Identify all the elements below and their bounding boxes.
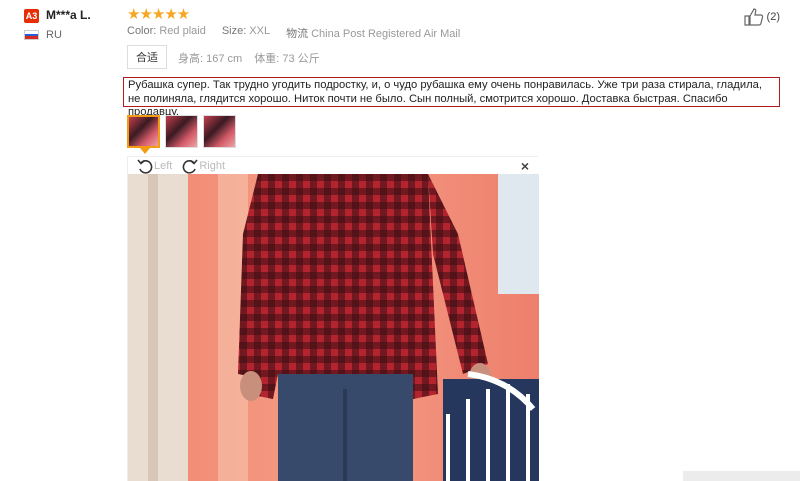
close-viewer-button[interactable]: × (521, 158, 529, 174)
rating-stars: ★★★★★ (127, 6, 190, 23)
attr-size: Size: XXL (221, 25, 271, 37)
rotate-left-icon (137, 158, 153, 174)
body-height: 身高: 167 cm (178, 53, 243, 65)
photo-thumbnail[interactable] (165, 115, 198, 148)
fit-tag: 合适 (127, 45, 167, 69)
buyer-level-badge: A3 (24, 9, 39, 23)
rotate-left-button[interactable]: Left (137, 158, 172, 174)
active-thumbnail-caret (140, 148, 150, 154)
order-attributes: Color: Red plaid Size: XXL 物流 China Post Re… (127, 25, 460, 41)
body-weight: 体重: 73 公斤 (254, 53, 320, 65)
viewer-toolbar: Left Right × (128, 157, 539, 174)
photo-thumbnail[interactable] (127, 115, 160, 148)
rotate-right-button[interactable]: Right (182, 158, 225, 174)
reviewer-country: RU (46, 29, 62, 41)
body-info: 身高: 167 cm 体重: 73 公斤 (178, 50, 320, 66)
photo-thumbnails (127, 115, 236, 148)
side-panel-edge (683, 471, 800, 481)
review-photo-image (128, 174, 539, 481)
reviewer-name: M***a L. (46, 8, 91, 22)
review-photo (128, 174, 539, 481)
photo-thumbnail[interactable] (203, 115, 236, 148)
review-text: Рубашка супер. Так трудно угодить подрос… (123, 77, 780, 118)
attr-color: Color: Red plaid (127, 25, 206, 37)
helpful-count: (2) (766, 11, 780, 23)
thumbs-up-icon (743, 8, 763, 26)
rotate-right-icon (183, 158, 198, 174)
country-flag-icon (24, 30, 39, 40)
photo-viewer: Left Right × (127, 156, 539, 481)
attr-logistics: 物流 China Post Registered Air Mail (286, 28, 461, 40)
helpful-button[interactable]: (2) (743, 8, 780, 26)
